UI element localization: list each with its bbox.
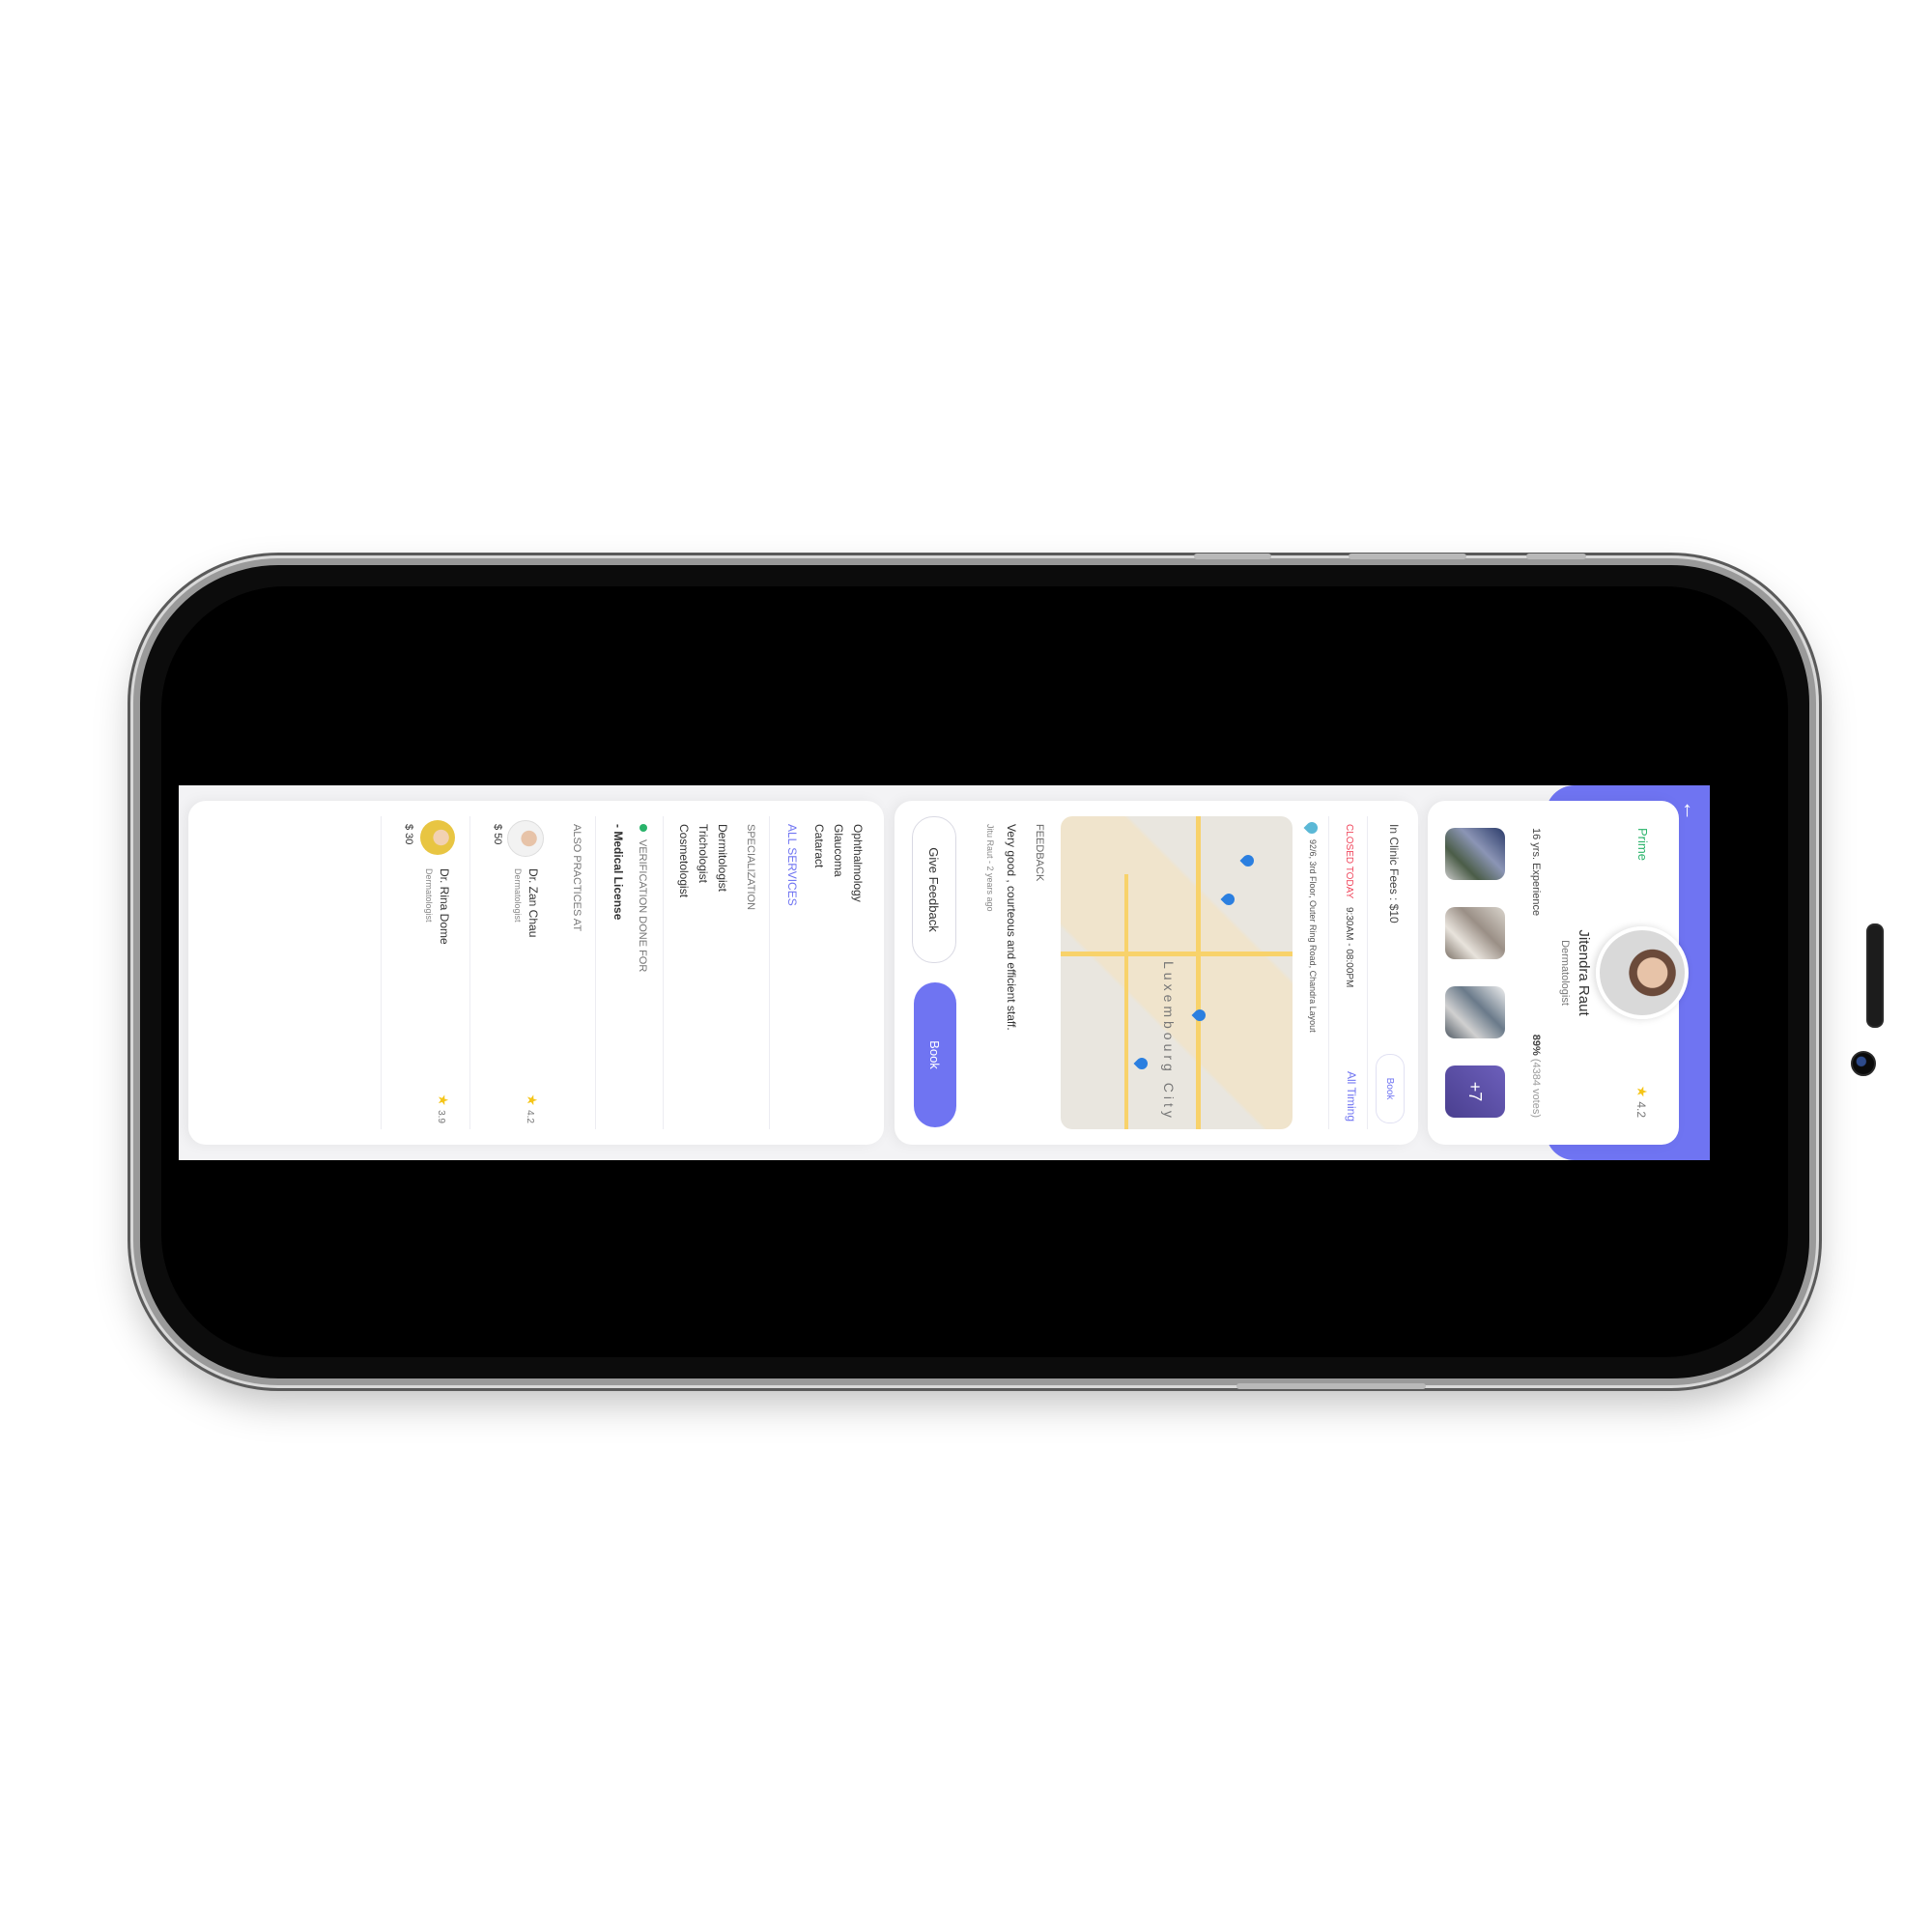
experience: 16 yrs. Experience	[1530, 828, 1542, 917]
feedback-author: Jitu Raut - 2 years ago	[985, 824, 995, 912]
verification-title-text: VERIFICATION DONE FOR	[637, 839, 648, 973]
map-pin-icon	[1239, 852, 1257, 869]
profile-card: Prime ★ 4.2 Jitendra Raut Dermatologist 1…	[1428, 801, 1689, 1145]
book-small-button[interactable]: Book	[1376, 1054, 1405, 1123]
star-icon: ★	[436, 1094, 451, 1107]
clinic-address: 92/6, 3rd Floor, Outer Ring Road, Chandr…	[1308, 839, 1318, 1033]
map-pin-icon	[1220, 891, 1237, 908]
clinic-map[interactable]: Luxembourg City	[1061, 816, 1293, 1129]
location-pin-icon	[1303, 819, 1321, 837]
divider	[1367, 816, 1368, 1129]
practice-rating-value: 3.9	[436, 1110, 446, 1123]
practices-title: ALSO PRACTICES AT	[571, 824, 582, 932]
all-timing-link[interactable]: All Timing	[1345, 1071, 1358, 1122]
map-city-label: Luxembourg City	[1161, 961, 1177, 1122]
photo-gallery: +7	[1445, 828, 1505, 1118]
more-photos-button[interactable]: +7	[1445, 1065, 1505, 1118]
feedback-text: Very good , courteous and efficient staf…	[1005, 824, 1018, 1031]
volume-button	[1349, 554, 1466, 559]
verified-dot-icon	[639, 824, 647, 832]
clinic-fees: In Clinic Fees : $10	[1387, 824, 1401, 923]
practice-specialty: Dermatologist	[424, 868, 434, 923]
divider	[1328, 816, 1329, 1129]
clinic-card: In Clinic Fees : $10 Book CLOSED TODAY 9…	[895, 801, 1418, 1145]
service-item: Ophthalmology	[851, 824, 865, 902]
service-item: Glaucoma	[832, 824, 845, 877]
screen: ← Prime ★ 4.2 Jitendra Raut Dermatologist…	[179, 785, 1710, 1160]
verification-title: VERIFICATION DONE FOR	[637, 824, 648, 972]
map-pin-icon	[1133, 1055, 1151, 1072]
give-feedback-button[interactable]: Give Feedback	[912, 816, 956, 963]
divider	[469, 816, 470, 1129]
map-pin-icon	[1191, 1007, 1208, 1024]
map-road	[1061, 952, 1293, 956]
front-camera	[1851, 1051, 1876, 1076]
practice-rating: ★ 4.2	[524, 1094, 540, 1123]
doctor-rating: ★ 4.2	[1634, 1086, 1650, 1118]
doctor-avatar	[1596, 926, 1689, 1019]
volume-button	[1194, 554, 1271, 559]
practice-rating-value: 4.2	[525, 1110, 535, 1123]
practice-name[interactable]: Dr. Rina Dome	[438, 868, 451, 945]
mute-switch	[1526, 554, 1586, 559]
doctor-specialty: Dermatologist	[1559, 940, 1571, 1006]
specialization-item: Dermitologist	[716, 824, 729, 893]
practice-fee: $ 30	[403, 824, 414, 845]
specialization-item: Cosmetologist	[677, 824, 691, 898]
clinic-photo[interactable]	[1445, 828, 1505, 880]
map-road	[1196, 816, 1201, 1129]
info-card: Ophthalmology Glaucoma Cataract ALL SERV…	[188, 801, 884, 1145]
map-road	[1124, 874, 1128, 1129]
verification-item: - Medical License	[611, 824, 625, 921]
clinic-photo[interactable]	[1445, 907, 1505, 959]
practice-fee: $ 50	[492, 824, 503, 845]
rating-value: 4.2	[1634, 1101, 1648, 1118]
back-arrow-icon[interactable]: ←	[1679, 799, 1703, 822]
star-icon: ★	[525, 1094, 540, 1107]
specialization-title: SPECIALIZATION	[745, 824, 756, 911]
speaker-grille	[1866, 923, 1884, 1028]
power-button	[1236, 1383, 1426, 1389]
star-icon: ★	[1634, 1085, 1650, 1098]
all-services-link[interactable]: ALL SERVICES	[785, 824, 799, 906]
votes-percent: 89%	[1530, 1034, 1542, 1056]
feedback-title: FEEDBACK	[1034, 824, 1045, 882]
doctor-profile-app: ← Prime ★ 4.2 Jitendra Raut Dermatologist…	[179, 785, 1710, 1160]
specialization-item: Trichologist	[696, 824, 710, 883]
divider	[595, 816, 596, 1129]
practice-avatar	[420, 820, 455, 855]
prime-badge: Prime	[1635, 828, 1650, 861]
closed-status: CLOSED TODAY	[1344, 824, 1354, 899]
divider	[769, 816, 770, 1129]
book-button[interactable]: Book	[914, 982, 956, 1127]
votes: 89% (4384 votes)	[1530, 1035, 1542, 1118]
doctor-name: Jitendra Raut	[1576, 929, 1592, 1016]
practice-rating: ★ 3.9	[435, 1094, 451, 1123]
votes-count: (4384 votes)	[1530, 1058, 1542, 1118]
practice-specialty: Dermatologist	[513, 868, 523, 923]
service-item: Cataract	[812, 824, 826, 868]
clinic-hours: 9:30AM - 08:00PM	[1344, 907, 1354, 988]
practice-avatar	[507, 820, 544, 857]
divider	[663, 816, 664, 1129]
divider	[381, 816, 382, 1129]
practice-name[interactable]: Dr. Zan Chau	[526, 868, 540, 937]
clinic-photo[interactable]	[1445, 986, 1505, 1038]
